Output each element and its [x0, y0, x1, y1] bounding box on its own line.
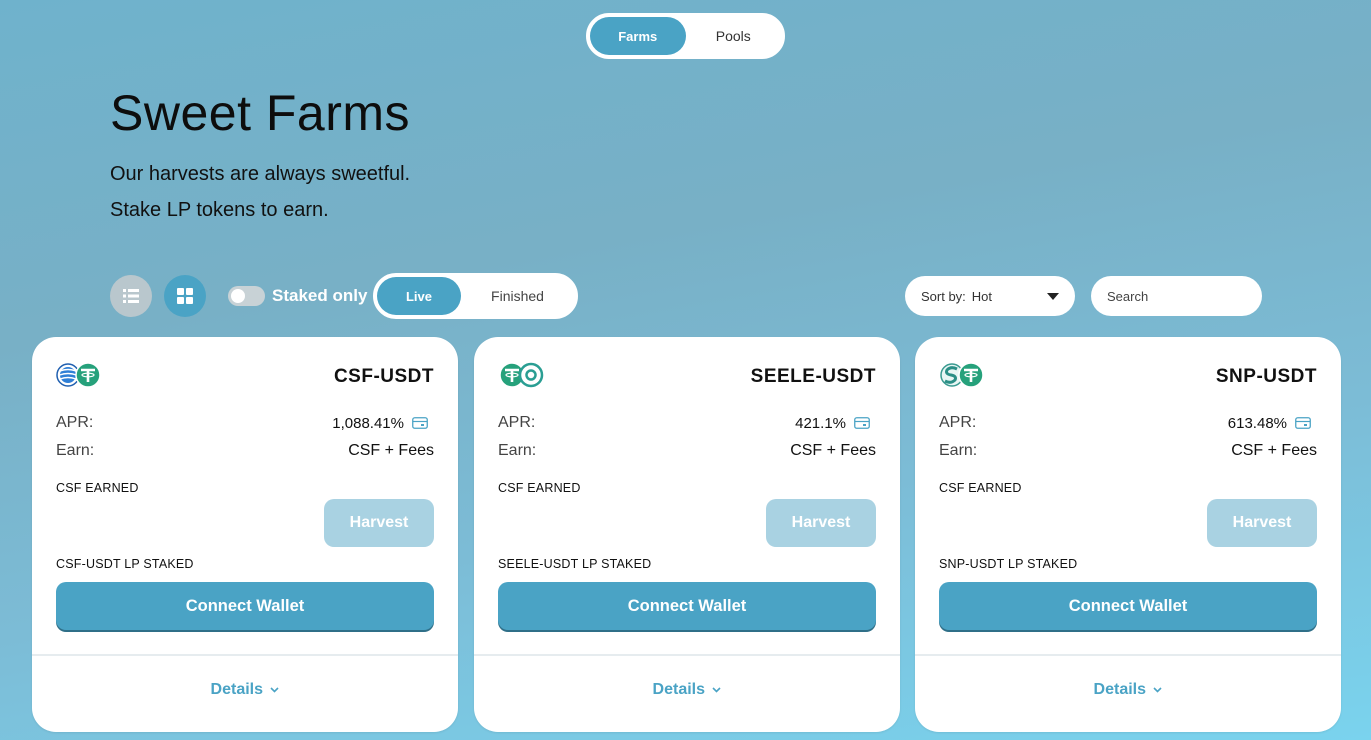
earn-value: CSF + Fees	[790, 442, 876, 459]
earn-label: Earn:	[56, 442, 95, 459]
sort-label: Sort by:	[921, 288, 966, 304]
tab-farms[interactable]: Farms	[590, 17, 686, 55]
calculator-icon[interactable]	[412, 417, 428, 429]
details-toggle[interactable]: Details	[32, 681, 458, 699]
card-divider	[32, 654, 458, 656]
card-divider	[474, 654, 900, 656]
earned-label: CSF EARNED	[56, 481, 139, 495]
staked-only-toggle[interactable]	[228, 286, 265, 306]
apr-value: 613.48%	[1227, 414, 1287, 432]
live-finished-toggle: Live Finished	[373, 273, 578, 319]
farms-pools-toggle: Farms Pools	[586, 13, 785, 59]
lp-staked-label: SEELE-USDT LP STAKED	[498, 557, 652, 571]
earn-value: CSF + Fees	[348, 442, 434, 459]
apr-value: 1,088.41%	[332, 414, 404, 432]
connect-wallet-button[interactable]: Connect Wallet	[498, 582, 876, 630]
connect-wallet-button[interactable]: Connect Wallet	[56, 582, 434, 630]
farm-card: CSF-USDT APR: 1,088.41% Earn: CSF + Fees…	[32, 337, 458, 732]
toggle-knob	[231, 289, 245, 303]
pair-name: CSF-USDT	[333, 366, 434, 387]
earned-label: CSF EARNED	[939, 481, 1022, 495]
grid-view-button[interactable]	[164, 275, 206, 317]
details-label: Details	[1093, 681, 1146, 698]
earn-row: Earn: CSF + Fees	[56, 442, 434, 460]
farm-card: SNP-USDT APR: 613.48% Earn: CSF + Fees C…	[915, 337, 1341, 732]
pair-name: SEELE-USDT	[750, 366, 876, 387]
apr-value: 421.1%	[795, 414, 846, 432]
details-toggle[interactable]: Details	[915, 681, 1341, 699]
list-view-button[interactable]	[110, 275, 152, 317]
apr-row: APR: 421.1%	[498, 414, 876, 432]
sort-dropdown[interactable]: Sort by: Hot	[905, 276, 1075, 316]
snp-usdt-token-icons	[940, 362, 984, 388]
earn-row: Earn: CSF + Fees	[498, 442, 876, 460]
seele-usdt-token-icons	[499, 362, 544, 388]
apr-label: APR:	[56, 414, 94, 431]
lp-staked-label: CSF-USDT LP STAKED	[56, 557, 194, 571]
card-divider	[915, 654, 1341, 656]
csf-usdt-token-icons	[56, 362, 101, 388]
page-subtitle-1: Our harvests are always sweetful.	[110, 163, 411, 185]
sort-value: Hot	[971, 288, 993, 304]
apr-row: APR: 613.48%	[939, 414, 1317, 432]
details-label: Details	[210, 681, 263, 698]
earn-row: Earn: CSF + Fees	[939, 442, 1317, 460]
apr-label: APR:	[939, 414, 977, 431]
tab-finished[interactable]: Finished	[461, 277, 574, 315]
apr-label: APR:	[498, 414, 536, 431]
earn-label: Earn:	[939, 442, 978, 459]
calculator-icon[interactable]	[1295, 417, 1311, 429]
page-subtitle-2: Stake LP tokens to earn.	[110, 199, 329, 221]
grid-icon	[177, 288, 193, 304]
calculator-icon[interactable]	[854, 417, 870, 429]
search-input[interactable]	[1091, 276, 1262, 316]
chevron-down-icon	[270, 687, 280, 693]
staked-only-label: Staked only	[272, 286, 368, 305]
harvest-button[interactable]: Harvest	[1207, 499, 1317, 547]
caret-down-icon	[1047, 292, 1059, 300]
apr-row: APR: 1,088.41%	[56, 414, 434, 432]
earn-value: CSF + Fees	[1231, 442, 1317, 459]
tab-live[interactable]: Live	[377, 277, 461, 315]
chevron-down-icon	[1153, 687, 1163, 693]
chevron-down-icon	[712, 687, 722, 693]
list-icon	[123, 289, 139, 303]
harvest-button[interactable]: Harvest	[324, 499, 434, 547]
connect-wallet-button[interactable]: Connect Wallet	[939, 582, 1317, 630]
details-toggle[interactable]: Details	[474, 681, 900, 699]
details-label: Details	[652, 681, 705, 698]
earned-label: CSF EARNED	[498, 481, 581, 495]
farm-card: SEELE-USDT APR: 421.1% Earn: CSF + Fees …	[474, 337, 900, 732]
pair-name: SNP-USDT	[1215, 366, 1317, 387]
harvest-button[interactable]: Harvest	[766, 499, 876, 547]
page-title: Sweet Farms	[110, 85, 411, 141]
earn-label: Earn:	[498, 442, 537, 459]
tab-pools[interactable]: Pools	[686, 17, 782, 55]
lp-staked-label: SNP-USDT LP STAKED	[939, 557, 1078, 571]
